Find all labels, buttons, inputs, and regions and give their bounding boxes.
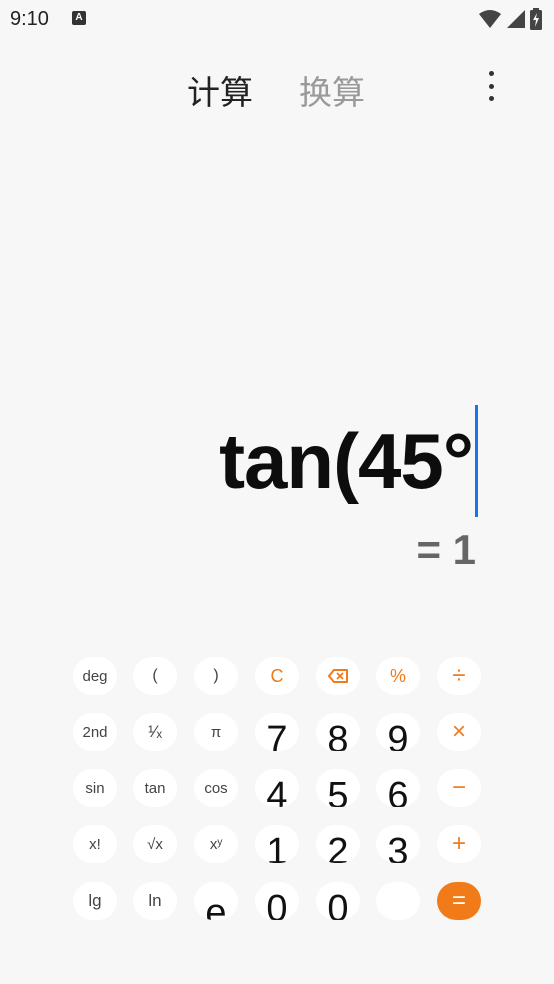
wifi-icon [479,10,501,28]
tan-button[interactable]: tan [133,769,177,807]
backspace-icon [328,669,348,683]
cos-button[interactable]: cos [194,769,238,807]
result-preview: = 1 [416,526,476,573]
digit-6-button[interactable]: 6 [376,769,420,807]
square-root-button[interactable]: √x [133,825,177,863]
plus-button[interactable]: + [437,825,481,863]
text-cursor [475,405,478,517]
more-options-button[interactable] [480,68,502,104]
digit-5-button[interactable]: 5 [316,769,360,807]
power-button[interactable]: xʸ [194,825,238,863]
reciprocal-button[interactable]: ¹⁄ₓ [133,713,177,751]
tab-convert[interactable]: 换算 [299,66,365,114]
euler-e-button[interactable]: e [194,882,238,920]
equals-button[interactable]: = [437,882,481,920]
digit-8-button[interactable]: 8 [316,713,360,751]
more-dot-icon [488,71,494,76]
more-dot-icon [488,96,494,101]
signal-icon [507,10,525,28]
clear-button[interactable]: C [255,657,299,695]
ln-button[interactable]: ln [133,882,177,920]
status-time: 9:10 [10,8,49,30]
digit-2-button[interactable]: 2 [316,825,360,863]
digit-0-button[interactable]: 0 [255,882,299,920]
header: 计算 换算 [0,60,554,114]
divide-button[interactable]: ÷ [437,657,481,695]
digit-3-button[interactable]: 3 [376,825,420,863]
open-paren-button[interactable]: ( [133,657,177,695]
pi-button[interactable]: π [194,713,238,751]
deg-button[interactable]: deg [73,657,117,695]
status-bar: 9:10 A [0,0,554,40]
expression-display[interactable]: tan(45° [219,405,478,517]
notification-icon: A [72,11,86,25]
digit-9-button[interactable]: 9 [376,713,420,751]
decimal-point-button[interactable] [376,882,420,920]
multiply-button[interactable]: × [437,713,481,751]
sin-button[interactable]: sin [73,769,117,807]
expression-text: tan(45° [219,416,474,505]
double-zero-button[interactable]: 0 [316,882,360,920]
status-icons [478,8,542,30]
close-paren-button[interactable]: ) [194,657,238,695]
digit-1-button[interactable]: 1 [255,825,299,863]
digit-7-button[interactable]: 7 [255,713,299,751]
digit-4-button[interactable]: 4 [255,769,299,807]
tab-calculate[interactable]: 计算 [187,66,253,114]
minus-button[interactable]: − [437,769,481,807]
factorial-button[interactable]: x! [73,825,117,863]
more-dot-icon [488,83,494,89]
backspace-button[interactable] [316,657,360,695]
battery-icon [530,8,542,30]
lg-button[interactable]: lg [73,882,117,920]
second-function-button[interactable]: 2nd [73,713,117,751]
percent-button[interactable]: % [376,657,420,695]
